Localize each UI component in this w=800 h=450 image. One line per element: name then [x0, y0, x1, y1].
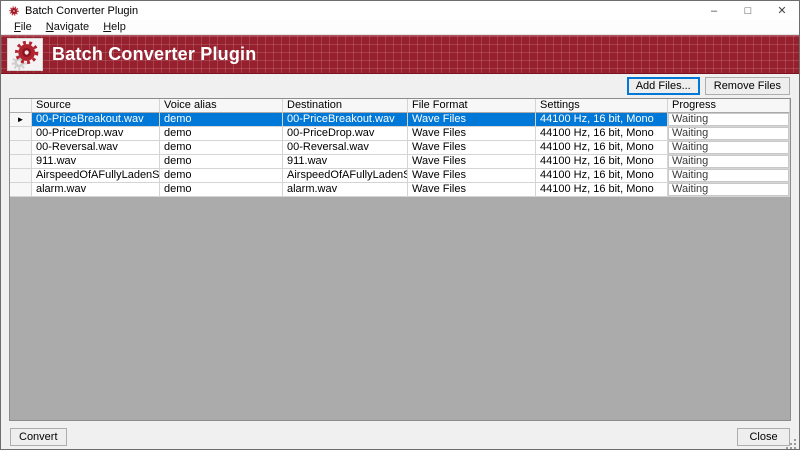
cell-file-format[interactable]: Wave Files: [408, 183, 536, 197]
app-window: Batch Converter Plugin – □ ✕ File Naviga…: [0, 0, 800, 450]
column-header-progress[interactable]: Progress: [668, 99, 790, 113]
toolbar: Add Files... Remove Files: [1, 74, 799, 98]
cell-source[interactable]: 00-PriceDrop.wav: [32, 127, 160, 141]
window-controls: – □ ✕: [697, 1, 799, 20]
close-button[interactable]: Close: [737, 428, 790, 446]
menu-help[interactable]: Help: [96, 20, 133, 34]
menu-help-label: H: [103, 21, 111, 33]
title-bar: Batch Converter Plugin – □ ✕: [1, 1, 799, 20]
cell-settings[interactable]: 44100 Hz, 16 bit, Mono: [536, 141, 668, 155]
cell-destination[interactable]: 00-Reversal.wav: [283, 141, 408, 155]
column-header-source[interactable]: Source: [32, 99, 160, 113]
grid-container: Source Voice alias Destination File Form…: [9, 98, 791, 421]
table-row[interactable]: alarm.wav demo alarm.wav Wave Files 4410…: [10, 183, 790, 197]
menu-bar: File Navigate Help: [1, 20, 799, 35]
column-header-voice-alias[interactable]: Voice alias: [160, 99, 283, 113]
cell-destination[interactable]: AirspeedOfAFullyLadenSwallow-Mark...: [283, 169, 408, 183]
cell-settings[interactable]: 44100 Hz, 16 bit, Mono: [536, 183, 668, 197]
file-table: Source Voice alias Destination File Form…: [9, 98, 791, 421]
table-row[interactable]: ► 00-PriceBreakout.wav demo 00-PriceBrea…: [10, 113, 790, 127]
table-row[interactable]: 911.wav demo 911.wav Wave Files 44100 Hz…: [10, 155, 790, 169]
row-header: [10, 141, 32, 155]
cell-progress: Waiting: [668, 127, 790, 141]
column-header-file-format[interactable]: File Format: [408, 99, 536, 113]
cell-file-format[interactable]: Wave Files: [408, 113, 536, 127]
menu-file-label: F: [14, 21, 21, 33]
cell-voice-alias[interactable]: demo: [160, 127, 283, 141]
menu-navigate[interactable]: Navigate: [39, 20, 96, 34]
row-header: [10, 127, 32, 141]
banner-title: Batch Converter Plugin: [52, 44, 256, 65]
cell-file-format[interactable]: Wave Files: [408, 141, 536, 155]
cell-progress: Waiting: [668, 113, 790, 127]
cell-destination[interactable]: 00-PriceBreakout.wav: [283, 113, 408, 127]
convert-button[interactable]: Convert: [10, 428, 67, 446]
table-row[interactable]: 00-PriceDrop.wav demo 00-PriceDrop.wav W…: [10, 127, 790, 141]
cell-settings[interactable]: 44100 Hz, 16 bit, Mono: [536, 169, 668, 183]
row-header: [10, 183, 32, 197]
cell-settings[interactable]: 44100 Hz, 16 bit, Mono: [536, 155, 668, 169]
cell-source[interactable]: AirspeedOfAFullyLadenSwallow-Mark...: [32, 169, 160, 183]
app-gear-icon: [8, 5, 20, 17]
table-row[interactable]: 00-Reversal.wav demo 00-Reversal.wav Wav…: [10, 141, 790, 155]
cell-progress: Waiting: [668, 141, 790, 155]
window-title: Batch Converter Plugin: [25, 5, 138, 17]
maximize-button[interactable]: □: [731, 1, 765, 20]
table-header-row: Source Voice alias Destination File Form…: [10, 99, 790, 113]
cell-settings[interactable]: 44100 Hz, 16 bit, Mono: [536, 127, 668, 141]
banner-logo-box: [7, 38, 43, 71]
cell-file-format[interactable]: Wave Files: [408, 127, 536, 141]
cell-voice-alias[interactable]: demo: [160, 141, 283, 155]
cell-voice-alias[interactable]: demo: [160, 183, 283, 197]
banner: Batch Converter Plugin: [1, 35, 799, 74]
cell-progress: Waiting: [668, 155, 790, 169]
cell-file-format[interactable]: Wave Files: [408, 169, 536, 183]
cell-source[interactable]: 911.wav: [32, 155, 160, 169]
menu-navigate-label: N: [46, 21, 54, 33]
table-row[interactable]: AirspeedOfAFullyLadenSwallow-Mark... dem…: [10, 169, 790, 183]
cell-voice-alias[interactable]: demo: [160, 155, 283, 169]
menu-file[interactable]: File: [7, 20, 39, 34]
column-header-destination[interactable]: Destination: [283, 99, 408, 113]
remove-files-button[interactable]: Remove Files: [705, 77, 790, 95]
close-window-button[interactable]: ✕: [765, 1, 799, 20]
cell-source[interactable]: 00-Reversal.wav: [32, 141, 160, 155]
cell-voice-alias[interactable]: demo: [160, 113, 283, 127]
minimize-button[interactable]: –: [697, 1, 731, 20]
row-header: [10, 155, 32, 169]
column-header-settings[interactable]: Settings: [536, 99, 668, 113]
add-files-button[interactable]: Add Files...: [627, 77, 700, 95]
cell-file-format[interactable]: Wave Files: [408, 155, 536, 169]
cell-source[interactable]: alarm.wav: [32, 183, 160, 197]
cell-settings[interactable]: 44100 Hz, 16 bit, Mono: [536, 113, 668, 127]
gear-icon: [9, 40, 41, 70]
cell-voice-alias[interactable]: demo: [160, 169, 283, 183]
cell-progress: Waiting: [668, 169, 790, 183]
row-header-corner: [10, 99, 32, 113]
resize-grip-icon[interactable]: [785, 438, 797, 450]
cell-progress: Waiting: [668, 183, 790, 197]
current-row-indicator-icon: ►: [10, 113, 32, 127]
cell-destination[interactable]: 00-PriceDrop.wav: [283, 127, 408, 141]
cell-destination[interactable]: alarm.wav: [283, 183, 408, 197]
row-header: [10, 169, 32, 183]
footer: Convert Close: [1, 421, 799, 450]
cell-source[interactable]: 00-PriceBreakout.wav: [32, 113, 160, 127]
cell-destination[interactable]: 911.wav: [283, 155, 408, 169]
